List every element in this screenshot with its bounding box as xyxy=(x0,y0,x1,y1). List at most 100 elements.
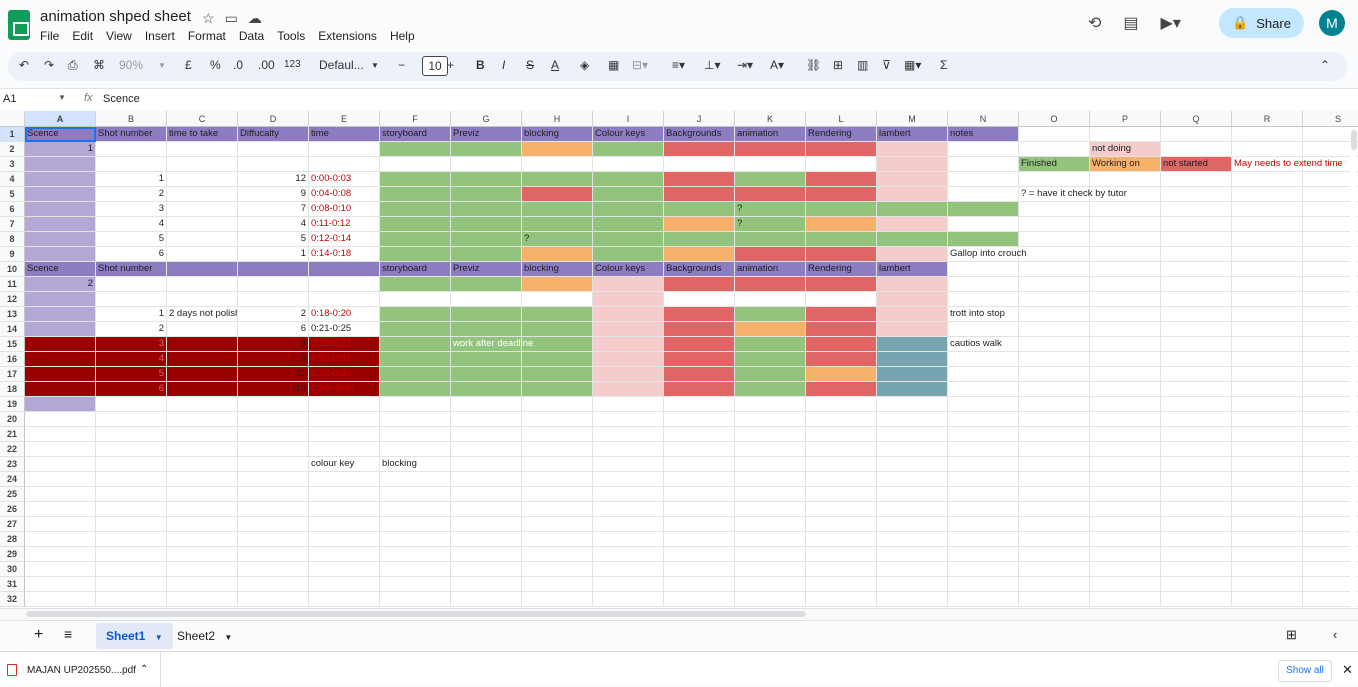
grid-cell[interactable] xyxy=(522,502,593,517)
cell-fill[interactable] xyxy=(593,307,664,322)
cell-fill[interactable] xyxy=(522,247,593,262)
cell-fill[interactable] xyxy=(451,307,522,322)
cell-fill[interactable] xyxy=(167,367,238,382)
grid-cell[interactable] xyxy=(522,427,593,442)
insert-chart-icon[interactable]: ▥ xyxy=(857,58,868,72)
column-header[interactable]: K xyxy=(735,111,806,127)
grid-cell[interactable] xyxy=(1090,172,1161,187)
grid-cell[interactable] xyxy=(1019,232,1090,247)
row-header[interactable]: 6 xyxy=(0,202,25,217)
grid-cell[interactable] xyxy=(238,472,309,487)
grid-cell[interactable] xyxy=(593,547,664,562)
cell-fill[interactable] xyxy=(25,367,96,382)
grid-cell[interactable] xyxy=(1090,472,1161,487)
cell-fill[interactable] xyxy=(664,277,735,292)
borders-icon[interactable]: ▦ xyxy=(608,58,619,72)
grid-cell[interactable] xyxy=(877,427,948,442)
grid-cell[interactable] xyxy=(451,427,522,442)
cell[interactable]: cautios walk xyxy=(948,337,1058,352)
cell[interactable]: 2 xyxy=(96,322,167,337)
cell-fill[interactable] xyxy=(735,367,806,382)
grid-cell[interactable] xyxy=(664,397,735,412)
column-header[interactable]: G xyxy=(451,111,522,127)
grid-cell[interactable] xyxy=(806,577,877,592)
menu-view[interactable]: View xyxy=(106,29,138,43)
cell[interactable]: 0:11-0:12 xyxy=(309,217,380,232)
grid-cell[interactable] xyxy=(1161,382,1232,397)
grid-cell[interactable] xyxy=(1232,382,1303,397)
grid-cell[interactable] xyxy=(522,412,593,427)
cell-fill[interactable] xyxy=(380,232,451,247)
grid-cell[interactable] xyxy=(948,172,1019,187)
grid-cell[interactable] xyxy=(664,592,735,607)
grid-cell[interactable] xyxy=(1232,337,1303,352)
grid-cell[interactable] xyxy=(309,472,380,487)
grid-cell[interactable] xyxy=(167,442,238,457)
cell[interactable]: trott into stop xyxy=(948,307,1058,322)
cell[interactable]: 1 xyxy=(238,247,309,262)
paint-format-icon[interactable]: ⌘ xyxy=(93,58,105,72)
grid-cell[interactable] xyxy=(380,502,451,517)
functions-icon[interactable]: Σ xyxy=(940,58,947,72)
grid-cell[interactable] xyxy=(96,427,167,442)
row-header[interactable]: 11 xyxy=(0,277,25,292)
filter-icon[interactable]: ⊽ xyxy=(882,58,891,72)
row-header[interactable]: 19 xyxy=(0,397,25,412)
grid-cell[interactable] xyxy=(451,157,522,172)
grid-cell[interactable] xyxy=(806,502,877,517)
grid-cell[interactable] xyxy=(1019,457,1090,472)
cell-fill[interactable] xyxy=(593,217,664,232)
grid-cell[interactable] xyxy=(1232,232,1303,247)
cell[interactable]: ? xyxy=(735,202,806,217)
grid-cell[interactable] xyxy=(451,412,522,427)
grid-cell[interactable] xyxy=(167,412,238,427)
grid-cell[interactable] xyxy=(1161,232,1232,247)
grid-cell[interactable] xyxy=(309,547,380,562)
cell-fill[interactable] xyxy=(877,307,948,322)
grid-cell[interactable] xyxy=(309,592,380,607)
grid-cell[interactable] xyxy=(1090,217,1161,232)
grid-cell[interactable] xyxy=(25,472,96,487)
grid-cell[interactable] xyxy=(806,562,877,577)
grid-cell[interactable] xyxy=(664,532,735,547)
grid-cell[interactable] xyxy=(380,532,451,547)
grid-cell[interactable] xyxy=(1161,202,1232,217)
grid-cell[interactable] xyxy=(664,487,735,502)
column-header[interactable]: B xyxy=(96,111,167,127)
grid-cell[interactable] xyxy=(1161,457,1232,472)
grid-cell[interactable] xyxy=(380,427,451,442)
grid-cell[interactable] xyxy=(522,457,593,472)
grid-cell[interactable] xyxy=(167,232,238,247)
grid-cell[interactable] xyxy=(1019,172,1090,187)
row-header[interactable]: 15 xyxy=(0,337,25,352)
cell-fill[interactable] xyxy=(806,217,877,232)
cell-fill[interactable] xyxy=(664,142,735,157)
header-cell[interactable]: Scence xyxy=(25,262,96,277)
grid-cell[interactable] xyxy=(1090,502,1161,517)
grid-cell[interactable] xyxy=(806,547,877,562)
cell-fill[interactable] xyxy=(25,382,96,397)
grid-cell[interactable] xyxy=(238,592,309,607)
grid-cell[interactable] xyxy=(1232,202,1303,217)
cell[interactable]: not doing xyxy=(1090,142,1161,157)
cell-fill[interactable] xyxy=(380,307,451,322)
grid-cell[interactable] xyxy=(167,577,238,592)
grid-cell[interactable] xyxy=(238,427,309,442)
grid-cell[interactable] xyxy=(877,592,948,607)
comments-icon[interactable]: ▤ xyxy=(1123,13,1138,33)
grid-cell[interactable] xyxy=(1232,517,1303,532)
cell[interactable]: 1 xyxy=(96,172,167,187)
grid-cell[interactable] xyxy=(664,157,735,172)
cell-fill[interactable] xyxy=(522,217,593,232)
grid-cell[interactable] xyxy=(25,502,96,517)
grid-cell[interactable] xyxy=(451,547,522,562)
cell[interactable]: 5 xyxy=(96,232,167,247)
grid-cell[interactable] xyxy=(309,427,380,442)
cell-fill[interactable] xyxy=(664,217,735,232)
grid-cell[interactable] xyxy=(25,547,96,562)
grid-cell[interactable] xyxy=(1090,547,1161,562)
grid-cell[interactable] xyxy=(1090,262,1161,277)
cell-fill[interactable] xyxy=(735,352,806,367)
cell-fill[interactable] xyxy=(877,157,948,172)
cell-fill[interactable] xyxy=(664,202,735,217)
